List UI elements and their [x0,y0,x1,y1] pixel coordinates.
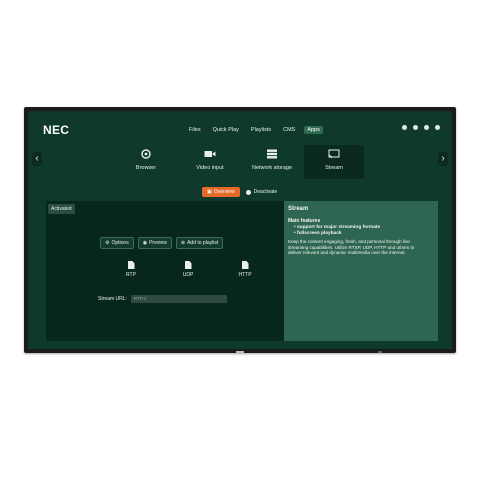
feature-item: fullscreen playback [294,231,380,237]
power-led [378,351,382,353]
tab-deactivate[interactable]: Deactivate [245,189,278,195]
plus-icon: ⊕ [180,240,186,246]
nav-files[interactable]: Files [186,126,204,134]
preview-button[interactable]: ◉ Preview [137,237,172,249]
tab-overview[interactable]: ▣ Overview [202,187,240,197]
info-description: Keep the content engaging, fresh, and pe… [288,239,415,256]
status-badge: Activated [48,204,75,214]
nav-playlists[interactable]: Playlists [248,126,274,134]
bezel-logo [236,351,244,353]
info-subtitle: Main features [288,218,321,224]
protocol-label: HTTP [238,272,252,278]
top-navigation: Files Quick Play Playlists CMS Apps [186,126,323,134]
gear-icon: ⚙ [105,240,110,246]
top-icons [402,125,440,130]
eye-icon: ◉ [142,240,148,246]
add-to-playlist-label: Add to playlist [187,240,219,246]
stream-url-input[interactable]: RTP:// [130,295,227,303]
tab-overview-label: Overview [213,189,235,195]
power-icon[interactable] [435,125,440,130]
nav-quick-play[interactable]: Quick Play [210,126,242,134]
app-label: Browser [135,165,157,171]
file-icon [127,261,135,269]
nec-logo: NEC [43,123,70,137]
protocol-http[interactable]: HTTP [233,261,257,278]
options-label: Options [111,240,129,246]
app-browser[interactable]: Browser [116,145,176,179]
settings-icon[interactable] [402,125,407,130]
network-icon[interactable] [413,125,418,130]
protocol-rtp[interactable]: RTP [119,261,143,278]
app-stream[interactable]: Stream [304,145,364,179]
preview-label: Preview [149,240,167,246]
stream-url-row: Stream URL: RTP:// [98,295,227,303]
nav-apps[interactable]: Apps [304,126,323,134]
file-icon [184,261,192,269]
video-camera-icon [204,151,216,157]
app-info-panel: Stream Main features support for major s… [284,201,438,341]
app-label: Stream [325,165,343,171]
stream-url-label: Stream URL: [98,296,127,302]
browser-icon [141,149,151,159]
app-control-panel: Activated ⚙ Options ◉ Preview ⊕ Add to p… [46,201,284,341]
image-icon: ▣ [207,189,212,195]
file-icon [241,261,249,269]
protocol-label: UDP [182,272,194,278]
cast-icon [328,149,340,159]
screen: NEC Files Quick Play Playlists CMS Apps … [28,111,452,349]
protocol-udp[interactable]: UDP [176,261,200,278]
app-tabs: ▣ Overview Deactivate [202,187,277,197]
deactivate-icon [245,189,251,195]
options-button[interactable]: ⚙ Options [100,237,134,249]
info-title: Stream [288,206,309,212]
info-icon[interactable] [424,125,429,130]
feature-list: support for major streaming formats full… [294,225,380,237]
add-to-playlist-button[interactable]: ⊕ Add to playlist [175,237,224,249]
app-video-input[interactable]: Video input [180,145,240,179]
storage-icon [267,149,277,159]
app-network-storage[interactable]: Network storage [242,145,302,179]
nav-cms[interactable]: CMS [280,126,298,134]
protocol-label: RTP [126,272,136,278]
carousel-prev-icon[interactable]: ‹ [32,152,42,166]
carousel-next-icon[interactable]: › [438,152,448,166]
app-label: Network storage [251,165,293,171]
app-label: Video input [196,165,224,171]
action-buttons: ⚙ Options ◉ Preview ⊕ Add to playlist [100,237,224,249]
tab-deactivate-label: Deactivate [253,189,278,195]
